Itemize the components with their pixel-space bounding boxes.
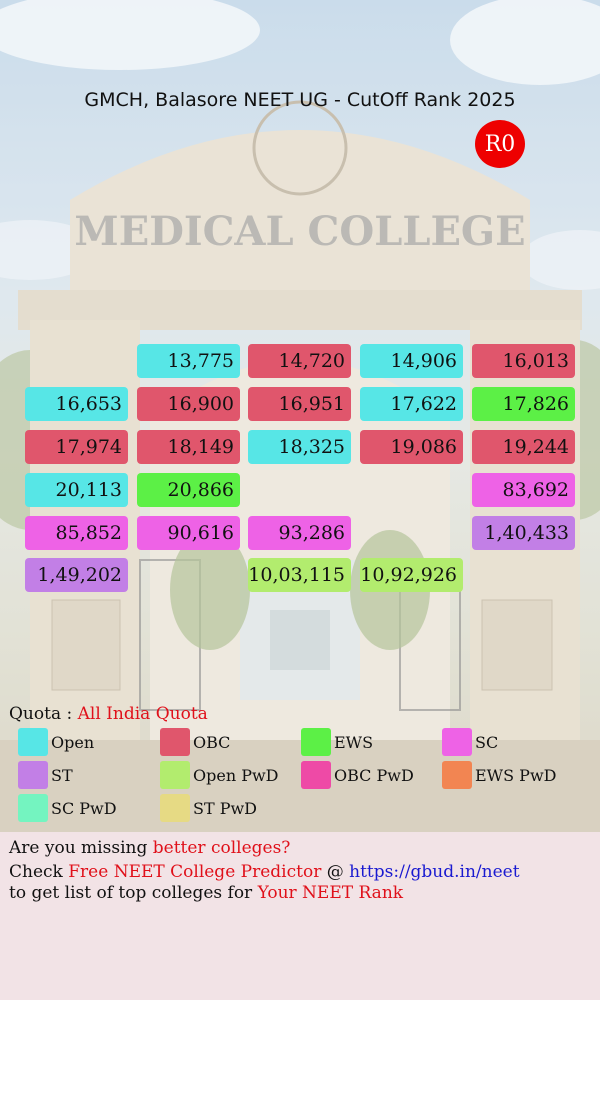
rank-cell: 20,866 [137,473,240,507]
promo-text: Check [9,862,69,882]
promo-text: to get list of top colleges for [9,883,258,903]
rank-cell: 17,622 [360,387,463,421]
promo-text: Are you missing [9,838,153,858]
rank-cell: 90,616 [137,516,240,550]
promo-line-2: Check Free NEET College Predictor @ http… [9,862,520,882]
legend-swatch [442,761,472,789]
legend-item: ST PwD [160,794,257,822]
quota-line: Quota : All India Quota [9,704,208,724]
legend-swatch [160,728,190,756]
rank-cell: 10,03,115 [248,558,351,592]
rank-cell: 20,113 [25,473,128,507]
rank-cell: 14,720 [248,344,351,378]
legend-swatch [301,728,331,756]
rank-cell: 18,149 [137,430,240,464]
legend-item: EWS PwD [442,761,556,789]
legend-label: Open PwD [193,765,279,785]
legend-label: EWS PwD [475,765,557,785]
rank-cell: 13,775 [137,344,240,378]
page-title: GMCH, Balasore NEET UG - CutOff Rank 202… [84,89,516,111]
rank-cell: 93,286 [248,516,351,550]
legend-item: SC [442,728,498,756]
legend-item: OBC [160,728,230,756]
promo-highlight: better colleges? [152,838,291,858]
legend-label: ST [51,765,73,785]
rank-cell: 19,086 [360,430,463,464]
legend-item: Open [18,728,94,756]
quota-value: All India Quota [77,704,208,724]
legend-swatch [18,728,48,756]
rank-cell: 17,826 [472,387,575,421]
round-badge: R0 [475,120,525,168]
legend-item: Open PwD [160,761,279,789]
promo-line-1: Are you missing better colleges? [9,838,290,858]
legend-item: ST [18,761,73,789]
promo-highlight: Your NEET Rank [257,883,404,903]
rank-cell: 16,900 [137,387,240,421]
legend-swatch [160,794,190,822]
legend-swatch [18,761,48,789]
legend-swatch [442,728,472,756]
rank-cell: 17,974 [25,430,128,464]
rank-cell: 16,653 [25,387,128,421]
legend-item: SC PwD [18,794,117,822]
legend-item: EWS [301,728,373,756]
rank-cell: 1,49,202 [25,558,128,592]
predictor-name: Free NEET College Predictor [68,862,322,882]
rank-cell: 18,325 [248,430,351,464]
legend-swatch [160,761,190,789]
legend-label: OBC [193,732,231,752]
legend-label: SC PwD [51,798,117,818]
predictor-link[interactable]: https://gbud.in/neet [349,862,519,882]
promo-text: @ [321,862,350,882]
legend-label: EWS [334,732,374,752]
rank-cell: 19,244 [472,430,575,464]
promo-line-3: to get list of top colleges for Your NEE… [9,883,403,903]
legend-label: SC [475,732,499,752]
rank-cell: 16,013 [472,344,575,378]
rank-cell: 1,40,433 [472,516,575,550]
rank-cell: 16,951 [248,387,351,421]
rank-cell: 10,92,926 [360,558,463,592]
quota-label: Quota : [9,704,73,724]
rank-cell: 85,852 [25,516,128,550]
promo-section: Are you missing better colleges? Check F… [0,832,600,1000]
rank-cell: 83,692 [472,473,575,507]
legend-label: ST PwD [193,798,258,818]
legend-item: OBC PwD [301,761,414,789]
legend-label: OBC PwD [334,765,414,785]
legend-swatch [301,761,331,789]
rank-cell: 14,906 [360,344,463,378]
legend-swatch [18,794,48,822]
legend-label: Open [51,732,95,752]
